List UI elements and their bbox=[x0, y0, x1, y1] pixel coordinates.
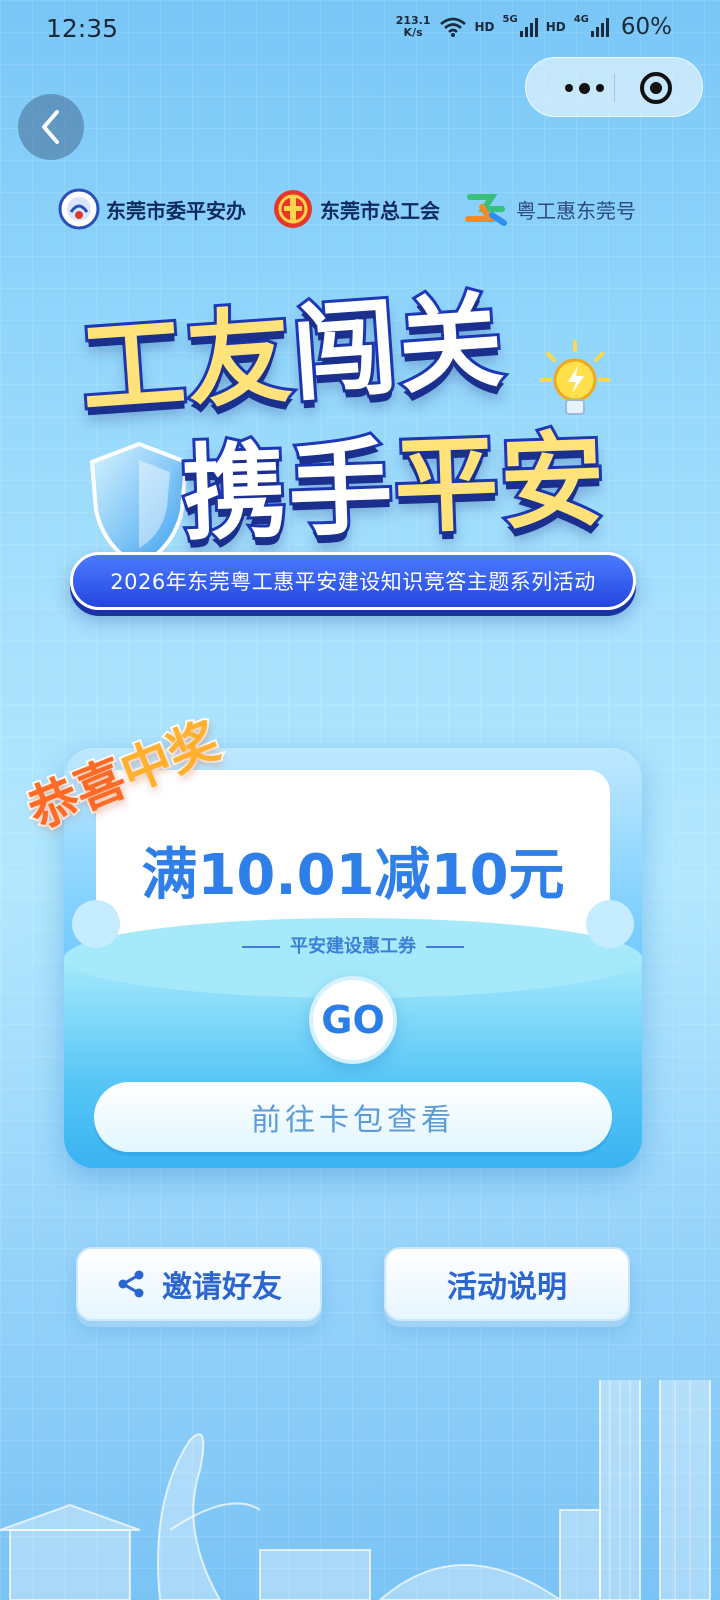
invite-label: 邀请好友 bbox=[162, 1270, 282, 1305]
status-bar: 12:35 213.1 K/s HD 5G HD 4G 60% bbox=[0, 0, 720, 58]
invite-friends-button[interactable]: 邀请好友 bbox=[76, 1247, 322, 1321]
organizer-logos: 东莞市委平安办 东莞市总工会 粤工惠东莞号 bbox=[58, 186, 678, 232]
trade-union-logo-icon bbox=[274, 190, 312, 228]
battery-level: 60% bbox=[620, 14, 672, 40]
network-type-2: 4G bbox=[573, 14, 589, 25]
hd-label-2: HD bbox=[545, 20, 566, 34]
chevron-left-icon bbox=[42, 110, 59, 144]
hd-label-1: HD bbox=[474, 20, 495, 34]
title-char-gong: 工 bbox=[74, 299, 194, 434]
wifi-icon bbox=[439, 17, 466, 37]
event-subtitle: 2026年东莞粤工惠平安建设知识竞答主题系列活动 bbox=[70, 552, 636, 610]
title-xieshou: 携手 bbox=[177, 423, 399, 558]
organizer-peace-office: 东莞市委平安办 bbox=[58, 188, 246, 230]
signal-icon-1 bbox=[519, 17, 538, 37]
title-pingan: 平安 bbox=[389, 416, 611, 551]
close-miniprogram-icon[interactable] bbox=[640, 72, 672, 104]
organizer-name: 粤工惠东莞号 bbox=[516, 198, 636, 223]
organizer-name: 东莞市委平安办 bbox=[106, 198, 246, 223]
more-icon[interactable] bbox=[554, 70, 614, 106]
go-button[interactable]: GO bbox=[309, 976, 397, 1064]
network-speed: 213.1 K/s bbox=[396, 15, 431, 39]
dash-right bbox=[426, 946, 464, 948]
title-line-2: 携手平安 bbox=[177, 395, 611, 561]
organizer-trade-union: 东莞市总工会 bbox=[272, 188, 440, 230]
capsule-divider bbox=[614, 74, 615, 102]
organizer-yuegonghui: 粤工惠东莞号 bbox=[462, 189, 636, 229]
voucher-name-text: 平安建设惠工券 bbox=[290, 936, 416, 957]
voucher-name: 平安建设惠工券 bbox=[64, 932, 642, 958]
title-char-you: 友 bbox=[180, 291, 300, 426]
signal-icon-2 bbox=[590, 17, 609, 37]
speed-unit: K/s bbox=[403, 26, 423, 39]
network-type-1: 5G bbox=[502, 14, 518, 25]
event-rules-button[interactable]: 活动说明 bbox=[384, 1247, 630, 1321]
status-time: 12:35 bbox=[46, 14, 119, 43]
back-button[interactable] bbox=[18, 94, 84, 160]
rules-label: 活动说明 bbox=[447, 1270, 567, 1305]
share-icon bbox=[118, 1270, 144, 1298]
dash-left bbox=[242, 946, 280, 948]
peace-office-logo-icon bbox=[58, 188, 100, 230]
view-card-wallet-button[interactable]: 前往卡包查看 bbox=[94, 1082, 612, 1152]
event-title: 工友闯关 携手平安 bbox=[70, 270, 660, 569]
voucher-amount: 满10.01减10元 bbox=[141, 843, 565, 908]
miniprogram-capsule bbox=[525, 57, 703, 117]
yuegonghui-logo-icon bbox=[465, 194, 507, 226]
status-indicators: 213.1 K/s HD 5G HD 4G 60% bbox=[396, 14, 672, 40]
prize-card: 满10.01减10元 平安建设惠工券 GO 前往卡包查看 bbox=[64, 748, 642, 1168]
organizer-name: 东莞市总工会 bbox=[320, 198, 440, 223]
title-chuangguan: 闯关 bbox=[285, 276, 511, 418]
city-skyline-illustration bbox=[0, 1380, 711, 1600]
